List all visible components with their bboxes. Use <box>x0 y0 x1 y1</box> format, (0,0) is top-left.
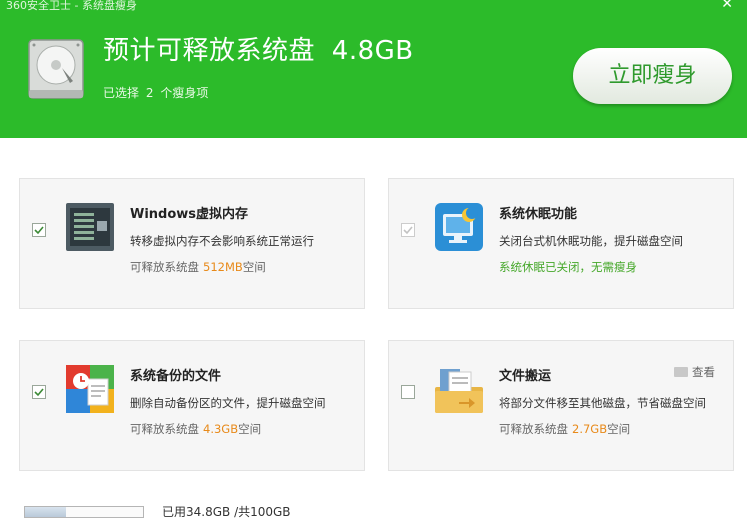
header-banner: 360安全卫士 - 系统盘瘦身 ✕ 预计可释放系统盘 4.8GB 已选择 2 个… <box>0 0 747 138</box>
card-description: 将部分文件移至其他磁盘，节省磁盘空间 <box>499 396 706 410</box>
card-release-note: 可释放系统盘 2.7GB空间 <box>499 421 630 437</box>
checkmark-icon <box>34 226 44 235</box>
checkbox-virtual-memory[interactable] <box>32 223 46 237</box>
card-backup-files: 系统备份的文件 删除自动备份区的文件，提升磁盘空间 可释放系统盘 4.3GB空间 <box>19 340 365 471</box>
selected-count: 2 <box>145 86 154 100</box>
view-link[interactable]: 查看 <box>674 364 715 380</box>
file-move-icon <box>435 369 483 413</box>
checkmark-icon <box>34 388 44 397</box>
headline-prefix: 预计可释放系统盘 <box>103 36 316 66</box>
card-description: 删除自动备份区的文件，提升磁盘空间 <box>130 396 326 410</box>
note-prefix: 可释放系统盘 <box>130 260 199 274</box>
card-title: 系统休眠功能 <box>499 207 578 222</box>
checkmark-icon <box>403 226 413 235</box>
card-description: 关闭台式机休眠功能，提升磁盘空间 <box>499 234 683 248</box>
release-size: 4.3GB <box>203 422 239 436</box>
card-title: 文件搬运 <box>499 369 552 384</box>
card-release-note: 可释放系统盘 512MB空间 <box>130 259 266 275</box>
slim-now-button[interactable]: 立即瘦身 <box>573 48 732 104</box>
hibernate-status: 系统休眠已关闭，无需瘦身 <box>499 260 637 274</box>
hibernate-monitor-icon <box>435 203 483 251</box>
hard-drive-icon <box>28 39 84 99</box>
card-file-move: 文件搬运 查看 将部分文件移至其他磁盘，节省磁盘空间 可释放系统盘 2.7GB空间 <box>388 340 734 471</box>
selected-prefix: 已选择 <box>103 86 140 100</box>
checkbox-hibernate[interactable] <box>401 223 415 237</box>
view-label: 查看 <box>692 365 715 379</box>
card-virtual-memory: Windows虚拟内存 转移虚拟内存不会影响系统正常运行 可释放系统盘 512MB… <box>19 178 365 309</box>
card-description: 转移虚拟内存不会影响系统正常运行 <box>130 234 314 248</box>
note-prefix: 可释放系统盘 <box>130 422 199 436</box>
note-prefix: 可释放系统盘 <box>499 422 568 436</box>
disk-usage-fill <box>25 507 67 517</box>
release-size: 2.7GB <box>572 422 608 436</box>
release-size: 512MB <box>203 260 243 274</box>
note-suffix: 空间 <box>238 422 262 436</box>
close-icon[interactable]: ✕ <box>721 0 733 12</box>
note-suffix: 空间 <box>607 422 631 436</box>
card-release-note: 可释放系统盘 4.3GB空间 <box>130 421 261 437</box>
card-title: 系统备份的文件 <box>130 369 222 384</box>
window-title: 360安全卫士 - 系统盘瘦身 <box>6 0 137 12</box>
card-hibernate: 系统休眠功能 关闭台式机休眠功能，提升磁盘空间 系统休眠已关闭，无需瘦身 <box>388 178 734 309</box>
memory-chip-icon <box>66 203 114 251</box>
title-bar: 360安全卫士 - 系统盘瘦身 ✕ <box>0 0 747 14</box>
checkbox-backup-files[interactable] <box>32 385 46 399</box>
checkbox-file-move[interactable] <box>401 385 415 399</box>
note-suffix: 空间 <box>242 260 266 274</box>
disk-usage-bar <box>24 506 144 518</box>
disk-usage-text: 已用34.8GB /共100GB <box>162 505 291 519</box>
page-title: 预计可释放系统盘 4.8GB <box>103 30 414 67</box>
card-title: Windows虚拟内存 <box>130 207 249 222</box>
headline-size: 4.8GB <box>331 36 414 66</box>
folder-icon <box>674 367 688 377</box>
backup-files-icon <box>66 365 114 413</box>
selected-suffix: 个瘦身项 <box>160 86 209 100</box>
selected-summary: 已选择 2 个瘦身项 <box>103 84 208 101</box>
